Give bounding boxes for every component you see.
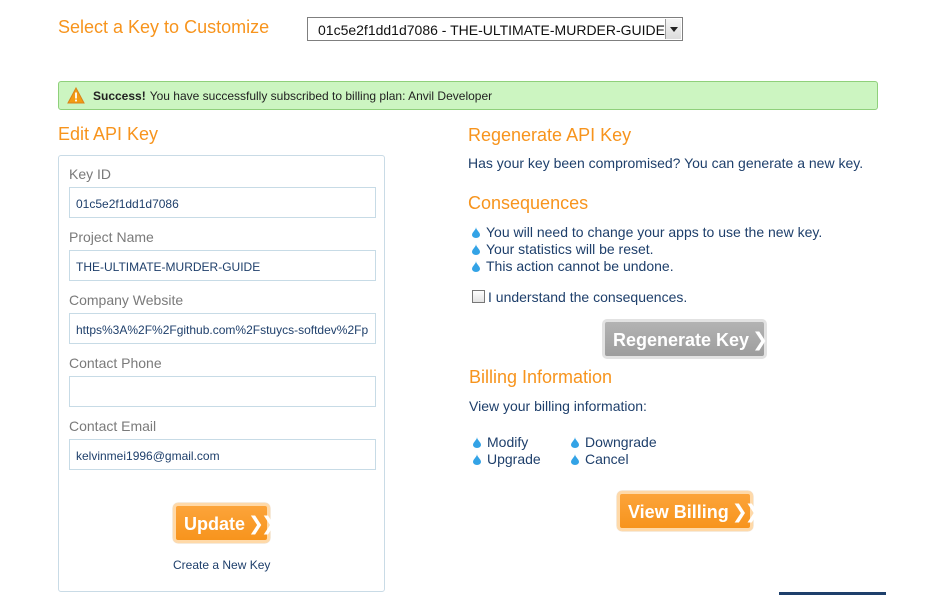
select-key-title: Select a Key to Customize bbox=[58, 17, 270, 37]
drop-bullet-icon bbox=[571, 437, 579, 448]
create-new-key-link[interactable]: Create a New Key bbox=[173, 558, 270, 572]
key-select-dropdown[interactable]: 01c5e2f1dd1d7086 - THE-ULTIMATE-MURDER-G… bbox=[307, 17, 683, 41]
consequences-checkbox[interactable] bbox=[472, 290, 485, 303]
contact-email-label: Contact Email bbox=[69, 418, 157, 434]
contact-email-field[interactable]: kelvinmei1996@gmail.com bbox=[69, 439, 376, 470]
company-website-field[interactable]: https%3A%2F%2Fgithub.com%2Fstuycs-softde… bbox=[69, 313, 376, 344]
regenerate-description: Has your key been compromised? You can g… bbox=[468, 155, 864, 171]
project-name-label: Project Name bbox=[69, 229, 154, 245]
project-name-field[interactable]: THE-ULTIMATE-MURDER-GUIDE bbox=[69, 250, 376, 281]
drop-bullet-icon bbox=[472, 227, 480, 238]
update-button[interactable]: Update ❯❯ bbox=[173, 503, 277, 543]
billing-title: Billing Information bbox=[469, 367, 613, 387]
consequences-checkbox-label: I understand the consequences. bbox=[488, 289, 688, 305]
contact-phone-field[interactable] bbox=[69, 376, 376, 407]
list-item: This action cannot be undone. bbox=[472, 258, 822, 275]
banner-strong: Success! bbox=[93, 89, 146, 103]
billing-links-right: Downgrade Cancel bbox=[571, 434, 657, 468]
warning-icon bbox=[67, 87, 85, 104]
drop-bullet-icon bbox=[571, 454, 579, 465]
contact-phone-label: Contact Phone bbox=[69, 355, 162, 371]
view-billing-button-label: View Billing bbox=[628, 502, 729, 522]
billing-link-upgrade[interactable]: Upgrade bbox=[473, 451, 541, 468]
success-banner: Success! You have successfully subscribed… bbox=[58, 81, 878, 110]
key-id-field[interactable]: 01c5e2f1dd1d7086 bbox=[69, 187, 376, 218]
drop-bullet-icon bbox=[473, 437, 481, 448]
drop-bullet-icon bbox=[472, 244, 480, 255]
update-button-label: Update bbox=[184, 514, 246, 534]
chevron-right-icon: ❯❯ bbox=[248, 514, 277, 535]
banner-message: You have successfully subscribed to bill… bbox=[149, 89, 493, 103]
chevron-right-icon: ❯❯ bbox=[752, 330, 781, 351]
consequences-list: You will need to change your apps to use… bbox=[472, 224, 822, 275]
billing-link-downgrade[interactable]: Downgrade bbox=[571, 434, 657, 451]
regenerate-title: Regenerate API Key bbox=[468, 125, 632, 145]
key-select-value: 01c5e2f1dd1d7086 - THE-ULTIMATE-MURDER-G… bbox=[318, 22, 665, 38]
list-item: Your statistics will be reset. bbox=[472, 241, 822, 258]
regenerate-key-button[interactable]: Regenerate Key ❯❯ bbox=[602, 319, 781, 359]
edit-api-key-title: Edit API Key bbox=[58, 124, 159, 144]
chevron-down-icon[interactable] bbox=[665, 19, 681, 39]
drop-bullet-icon bbox=[473, 454, 481, 465]
chevron-right-icon: ❯❯ bbox=[731, 502, 761, 523]
consequences-title: Consequences bbox=[468, 193, 589, 213]
billing-description: View your billing information: bbox=[469, 398, 647, 414]
view-billing-button[interactable]: View Billing ❯❯ bbox=[617, 491, 761, 531]
billing-link-cancel[interactable]: Cancel bbox=[571, 451, 657, 468]
consequences-checkbox-row[interactable]: I understand the consequences. bbox=[472, 289, 687, 305]
regenerate-key-button-label: Regenerate Key bbox=[613, 330, 750, 350]
key-id-label: Key ID bbox=[69, 166, 112, 182]
list-item: You will need to change your apps to use… bbox=[472, 224, 822, 241]
billing-link-modify[interactable]: Modify bbox=[473, 434, 541, 451]
billing-links-left: Modify Upgrade bbox=[473, 434, 541, 468]
drop-bullet-icon bbox=[472, 261, 480, 272]
company-website-label: Company Website bbox=[69, 292, 184, 308]
